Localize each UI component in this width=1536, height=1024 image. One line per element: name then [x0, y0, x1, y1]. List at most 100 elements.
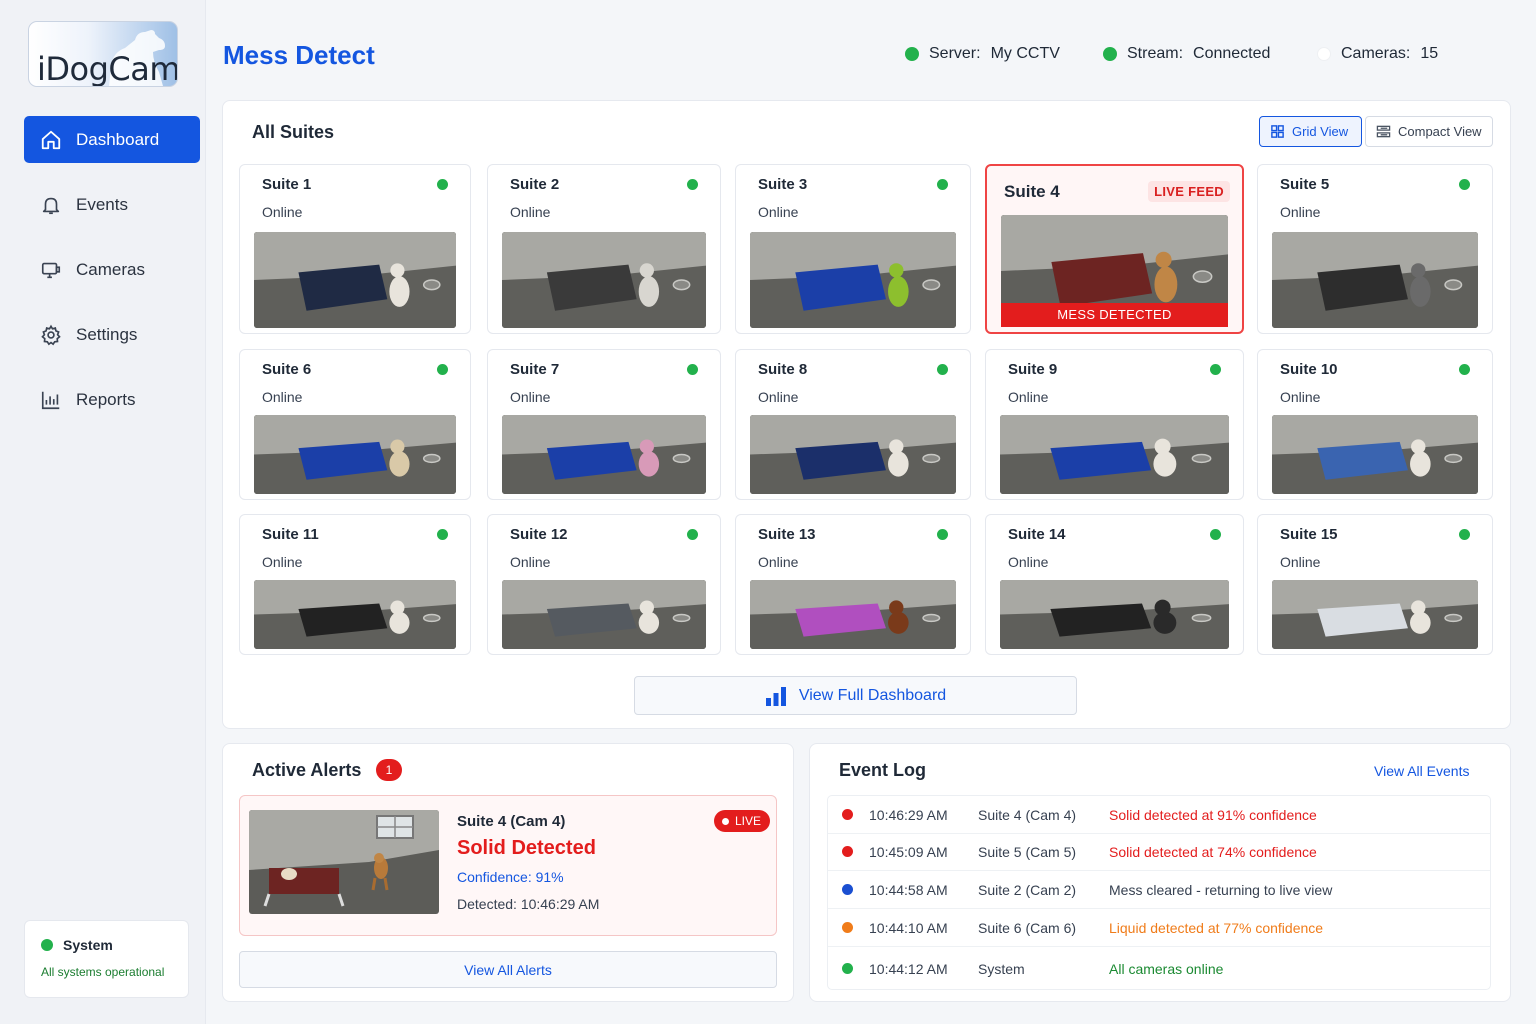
status-dot-icon	[41, 939, 53, 951]
suite-card[interactable]: Suite 15 Online	[1257, 514, 1493, 655]
event-source: Suite 6 (Cam 6)	[978, 920, 1077, 936]
grid-view-button[interactable]: Grid View	[1259, 116, 1362, 147]
suite-card[interactable]: Suite 11 Online	[239, 514, 471, 655]
compact-view-button[interactable]: Compact View	[1365, 116, 1493, 147]
suite-card[interactable]: Suite 12 Online	[487, 514, 721, 655]
online-dot-icon	[937, 529, 948, 540]
alert-camera-thumbnail[interactable]	[249, 810, 439, 914]
suite-card[interactable]: Suite 4 LIVE FEED MESS DETECTED	[985, 164, 1244, 334]
suite-name: Suite 9	[1008, 361, 1058, 378]
suite-name: Suite 10	[1280, 361, 1338, 378]
online-dot-icon	[1210, 529, 1221, 540]
sidebar-item-reports[interactable]: Reports	[24, 376, 200, 423]
suite-card[interactable]: Suite 2 Online	[487, 164, 721, 334]
alert-card[interactable]: Suite 4 (Cam 4) Solid Detected Confidenc…	[239, 795, 777, 936]
online-dot-icon	[687, 529, 698, 540]
sidebar-item-label: Events	[76, 194, 128, 214]
view-all-events-link[interactable]: View All Events	[1374, 763, 1469, 779]
event-time: 10:46:29 AM	[869, 807, 948, 823]
brand-logo[interactable]: iDogCam	[28, 21, 178, 87]
suite-card[interactable]: Suite 10 Online	[1257, 349, 1493, 500]
sidebar-item-cameras[interactable]: Cameras	[24, 246, 200, 293]
online-dot-icon	[1459, 179, 1470, 190]
suite-card[interactable]: Suite 13 Online	[735, 514, 971, 655]
sidebar-item-label: Cameras	[76, 259, 145, 279]
suites-panel-title: All Suites	[252, 122, 335, 142]
camera-thumbnail[interactable]	[750, 580, 956, 649]
suite-card[interactable]: Suite 1 Online	[239, 164, 471, 334]
camera-thumbnail[interactable]	[502, 415, 706, 494]
event-time: 10:45:09 AM	[869, 844, 948, 860]
suite-status: Online	[1280, 389, 1321, 405]
online-dot-icon	[437, 364, 448, 375]
online-dot-icon	[937, 179, 948, 190]
home-icon	[41, 130, 61, 149]
suite-card[interactable]: Suite 7 Online	[487, 349, 721, 500]
table-row[interactable]: 10:44:10 AM Suite 6 (Cam 6) Liquid detec…	[828, 909, 1490, 947]
event-source: Suite 4 (Cam 4)	[978, 807, 1077, 823]
camera-thumbnail[interactable]	[1272, 415, 1478, 494]
camera-thumbnail[interactable]	[1272, 232, 1478, 328]
suite-status: Online	[1008, 554, 1049, 570]
severity-dot-icon	[842, 809, 853, 820]
alert-detected-time: Detected: 10:46:29 AM	[457, 896, 600, 912]
camera-thumbnail[interactable]	[502, 580, 706, 649]
suite-card[interactable]: Suite 8 Online	[735, 349, 971, 500]
camera-thumbnail[interactable]	[254, 580, 456, 649]
suite-status: Online	[1280, 204, 1321, 220]
sidebar-item-settings[interactable]: Settings	[24, 311, 200, 358]
suite-card[interactable]: Suite 9 Online	[985, 349, 1244, 500]
severity-dot-icon	[842, 846, 853, 857]
suite-name: Suite 12	[510, 526, 568, 543]
online-dot-icon	[437, 529, 448, 540]
alert-type: Solid Detected	[457, 837, 596, 859]
suite-card[interactable]: Suite 14 Online	[985, 514, 1244, 655]
camera-thumbnail[interactable]	[750, 415, 956, 494]
table-row[interactable]: 10:45:09 AM Suite 5 (Cam 5) Solid detect…	[828, 833, 1490, 871]
event-message: All cameras online	[1109, 961, 1224, 977]
suite-status: Online	[262, 554, 303, 570]
sidebar-item-label: Dashboard	[76, 129, 160, 149]
suite-status: Online	[510, 554, 551, 570]
view-full-dashboard-button[interactable]: View Full Dashboard	[634, 676, 1077, 715]
kennel-image	[502, 415, 706, 494]
mess-detected-banner: MESS DETECTED	[1001, 303, 1228, 327]
suite-card[interactable]: Suite 5 Online	[1257, 164, 1493, 334]
event-source: Suite 2 (Cam 2)	[978, 882, 1077, 898]
camera-thumbnail[interactable]	[502, 232, 706, 328]
suite-card[interactable]: Suite 3 Online	[735, 164, 971, 334]
sidebar-item-dashboard[interactable]: Dashboard	[24, 116, 200, 163]
kennel-image	[254, 580, 456, 649]
live-badge: LIVE	[713, 810, 770, 832]
suite-status: Online	[758, 389, 799, 405]
brand-name: iDogCam	[37, 50, 178, 87]
camera-thumbnail[interactable]	[750, 232, 956, 328]
suite-status: Online	[758, 554, 799, 570]
event-message: Solid detected at 91% confidence	[1109, 807, 1317, 823]
cameras-status: Cameras: 15	[1317, 45, 1438, 63]
camera-thumbnail[interactable]	[1272, 580, 1478, 649]
online-dot-icon	[687, 179, 698, 190]
chart-icon	[41, 391, 60, 409]
kennel-image	[1000, 415, 1229, 494]
severity-dot-icon	[842, 884, 853, 895]
sidebar-item-events[interactable]: Events	[24, 181, 200, 228]
suite-card[interactable]: Suite 6 Online	[239, 349, 471, 500]
camera-thumbnail[interactable]	[254, 415, 456, 494]
kennel-image	[254, 232, 456, 328]
compact-view-label: Compact View	[1398, 124, 1482, 139]
event-log-title: Event Log	[839, 760, 927, 780]
view-all-alerts-button[interactable]: View All Alerts	[239, 951, 777, 988]
camera-thumbnail[interactable]	[1000, 415, 1229, 494]
camera-thumbnail[interactable]	[1000, 580, 1229, 649]
suite-name: Suite 7	[510, 361, 560, 378]
table-row[interactable]: 10:44:58 AM Suite 2 (Cam 2) Mess cleared…	[828, 871, 1490, 909]
status-dot-icon	[905, 47, 919, 61]
camera-thumbnail[interactable]	[254, 232, 456, 328]
stream-value: Connected	[1193, 45, 1271, 62]
table-row[interactable]: 10:46:29 AM Suite 4 (Cam 4) Solid detect…	[828, 796, 1490, 834]
cameras-label: Cameras:	[1341, 45, 1411, 62]
event-message: Liquid detected at 77% confidence	[1109, 920, 1324, 936]
kennel-image	[254, 415, 456, 494]
table-row[interactable]: 10:44:12 AM System All cameras online	[828, 950, 1490, 988]
